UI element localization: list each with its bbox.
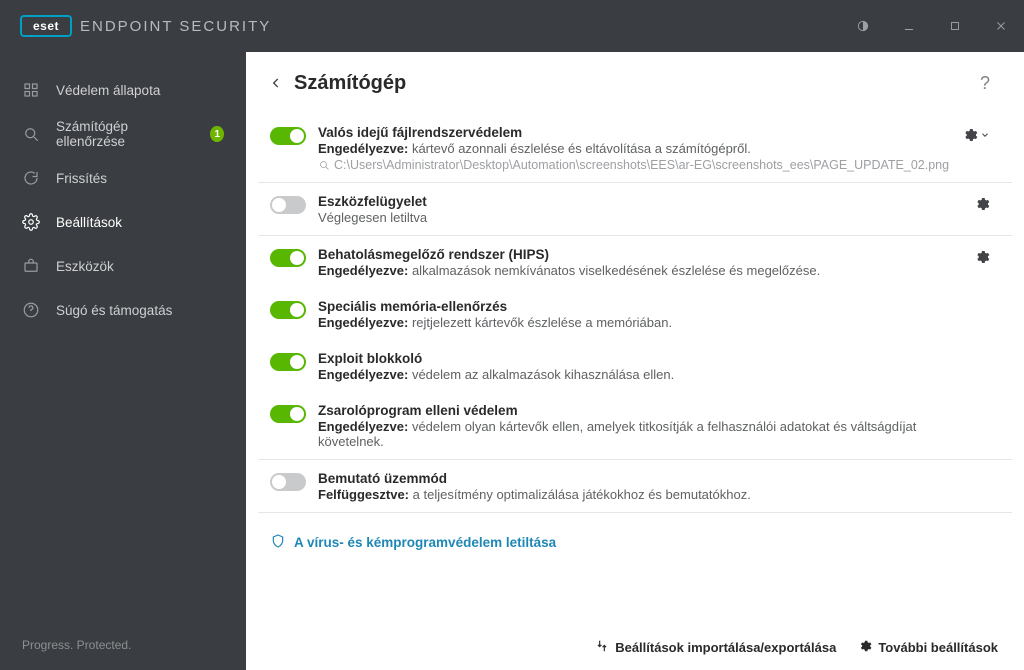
page-title: Számítógép (294, 72, 406, 95)
row-title: Exploit blokkoló (318, 351, 956, 366)
minimize-button[interactable] (886, 0, 932, 52)
sidebar-item-help[interactable]: Súgó és támogatás (0, 288, 246, 332)
gear-device-control[interactable] (956, 194, 990, 212)
sidebar-item-label: Frissítés (56, 171, 107, 186)
grid-icon (22, 81, 40, 99)
row-title: Valós idejű fájlrendszervédelem (318, 125, 956, 140)
sidebar-item-label: Védelem állapota (56, 83, 160, 98)
refresh-icon (22, 169, 40, 187)
toolbox-icon (22, 257, 40, 275)
row-title: Eszközfelügyelet (318, 194, 956, 209)
eset-logo: eset (20, 15, 72, 37)
footer: Beállítások importálása/exportálása Tová… (246, 624, 1024, 670)
sidebar-item-settings[interactable]: Beállítások (0, 200, 246, 244)
page-header: Számítógép ? (246, 52, 1024, 114)
row-exploit-blocker: Exploit blokkoló Engedélyezve: védelem a… (258, 340, 1012, 392)
row-subtitle: Engedélyezve: védelem olyan kártevők ell… (318, 419, 956, 449)
row-hips: Behatolásmegelőző rendszer (HIPS) Engedé… (258, 236, 1012, 288)
import-export-button[interactable]: Beállítások importálása/exportálása (595, 639, 836, 656)
gear-hips[interactable] (956, 247, 990, 265)
sidebar-item-tools[interactable]: Eszközök (0, 244, 246, 288)
row-title: Zsarolóprogram elleni védelem (318, 403, 956, 418)
link-label: A vírus- és kémprogramvédelem letiltása (294, 535, 556, 550)
sidebar-item-label: Beállítások (56, 215, 122, 230)
toggle-device-control[interactable] (270, 196, 306, 214)
gear-icon (858, 639, 872, 656)
row-device-control: Eszközfelügyelet Véglegesen letiltva (258, 183, 1012, 235)
toggle-memory-scan[interactable] (270, 301, 306, 319)
row-path: C:\Users\Administrator\Desktop\Automatio… (318, 158, 956, 172)
row-memory-scan: Speciális memória-ellenőrzés Engedélyezv… (258, 288, 1012, 340)
scan-badge: 1 (210, 126, 224, 142)
more-settings-button[interactable]: További beállítások (858, 639, 998, 656)
row-title: Speciális memória-ellenőrzés (318, 299, 956, 314)
sidebar: Védelem állapota Számítógép ellenőrzése … (0, 52, 246, 670)
row-subtitle: Engedélyezve: alkalmazások nemkívánatos … (318, 263, 956, 278)
sidebar-item-update[interactable]: Frissítés (0, 156, 246, 200)
app-window: eset ENDPOINT SECURITY Védel (0, 0, 1024, 670)
toggle-exploit-blocker[interactable] (270, 353, 306, 371)
maximize-button[interactable] (932, 0, 978, 52)
gear-realtime[interactable] (956, 125, 990, 145)
chevron-down-icon (978, 127, 990, 145)
tagline: Progress. Protected. (0, 620, 246, 670)
row-title: Behatolásmegelőző rendszer (HIPS) (318, 247, 956, 262)
close-button[interactable] (978, 0, 1024, 52)
titlebar: eset ENDPOINT SECURITY (0, 0, 1024, 52)
row-subtitle: Engedélyezve: védelem az alkalmazások ki… (318, 367, 956, 382)
settings-content: Valós idejű fájlrendszervédelem Engedély… (246, 114, 1024, 624)
toggle-ransomware[interactable] (270, 405, 306, 423)
row-title: Bemutató üzemmód (318, 471, 956, 486)
sidebar-item-computer-scan[interactable]: Számítógép ellenőrzése 1 (0, 112, 246, 156)
brand: eset ENDPOINT SECURITY (0, 15, 271, 37)
row-subtitle: Felfüggesztve: a teljesítmény optimalizá… (318, 487, 956, 502)
window-controls (840, 0, 1024, 52)
back-button[interactable] (264, 71, 288, 95)
contrast-icon[interactable] (840, 0, 886, 52)
disable-protection-link[interactable]: A vírus- és kémprogramvédelem letiltása (258, 513, 1012, 560)
row-subtitle: Engedélyezve: rejtjelezett kártevők észl… (318, 315, 956, 330)
main: Számítógép ? Valós idejű fájlrendszervéd… (246, 52, 1024, 670)
search-icon (22, 125, 40, 143)
row-subtitle: Engedélyezve: kártevő azonnali észlelése… (318, 141, 956, 156)
page-help-button[interactable]: ? (980, 73, 990, 94)
shield-icon (270, 533, 286, 552)
sidebar-item-label: Eszközök (56, 259, 114, 274)
row-subtitle: Véglegesen letiltva (318, 210, 956, 225)
import-export-icon (595, 639, 609, 656)
help-icon (22, 301, 40, 319)
product-name: ENDPOINT SECURITY (80, 18, 271, 35)
toggle-realtime[interactable] (270, 127, 306, 145)
sidebar-item-protection-status[interactable]: Védelem állapota (0, 68, 246, 112)
toggle-demo-mode[interactable] (270, 473, 306, 491)
row-ransomware: Zsarolóprogram elleni védelem Engedélyez… (258, 392, 1012, 459)
sidebar-item-label: Számítógép ellenőrzése (56, 119, 178, 149)
row-realtime: Valós idejű fájlrendszervédelem Engedély… (258, 114, 1012, 182)
row-demo-mode: Bemutató üzemmód Felfüggesztve: a teljes… (258, 460, 1012, 512)
sidebar-item-label: Súgó és támogatás (56, 303, 172, 318)
toggle-hips[interactable] (270, 249, 306, 267)
gear-icon (22, 213, 40, 231)
